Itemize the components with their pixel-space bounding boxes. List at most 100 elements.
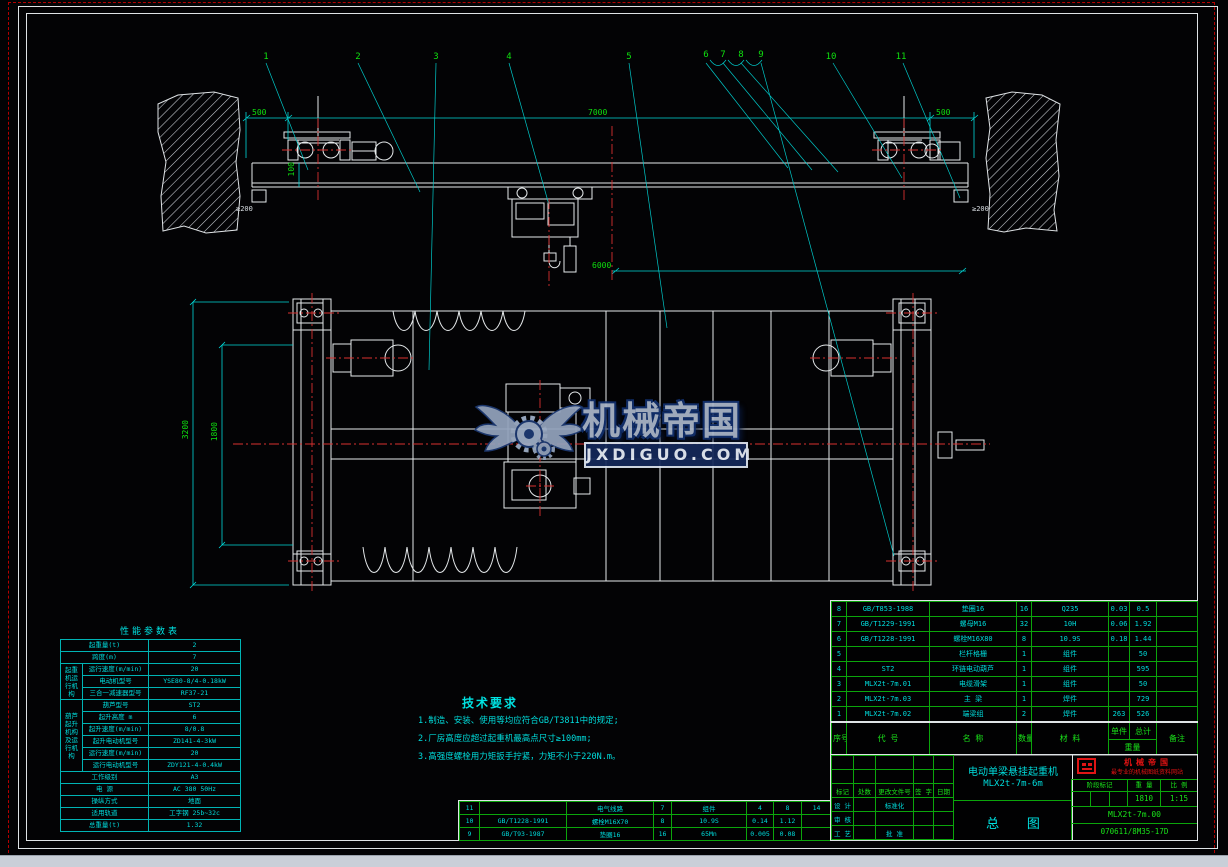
stage-cell [1109, 791, 1127, 806]
scale-value: 1:15 [1160, 791, 1197, 806]
bom-unit-weight: 0.06 [1108, 616, 1130, 632]
bom-total-weight: 0.5 [1129, 601, 1157, 617]
role-standardization: 标准化 [875, 797, 914, 812]
bom-code: GB/T1228-1991 [479, 814, 567, 828]
product-model: MLX2t-7m-6m [983, 779, 1043, 789]
bom-code: MLX2t-7m.01 [846, 676, 930, 692]
bom-unit-weight [1108, 676, 1130, 692]
param-row: 适用轨道 工字钢 25b~32c [60, 807, 241, 820]
title-block-middle: 电动单梁悬挂起重机 MLX2t-7m-6m 总 图 [953, 755, 1073, 840]
sig-row [831, 755, 954, 770]
bom-part-name: 环链电动葫芦 [929, 661, 1017, 677]
bom-row: 9 GB/T93-1987 垫圈16 16 65Mn 0.005 0.08 [459, 827, 832, 841]
dim-1800: 1800 [210, 422, 219, 442]
bom-code: MLX2t-7m.03 [846, 691, 930, 707]
bom-qty: 8 [653, 814, 672, 828]
param-value: RF37-21 [148, 687, 241, 700]
sig-cell [875, 755, 914, 770]
stage-mark-label: 阶段标记 [1071, 779, 1127, 791]
param-label: 总重量(t) [60, 819, 149, 832]
brand-tagline: 最专业的机械图纸资料网站 [1110, 769, 1183, 776]
title-block: 标记 处数 更改文件号 签 字 日期 设 计 标准化 审 核 工 艺 批 准 电动单… [830, 754, 1198, 841]
bom-unit-weight [1108, 661, 1130, 677]
param-label: 电 源 [60, 783, 149, 796]
bom-material: 10.9S [1031, 631, 1109, 647]
bom-material: 焊件 [1031, 706, 1109, 723]
bom-header-name: 名 称 [929, 721, 1017, 755]
param-row: 起升速度(m/min) 8/0.8 [61, 723, 241, 736]
drawing-code: 070611/8M35-17D [1071, 823, 1197, 840]
centerlines [233, 118, 990, 591]
bom-no: 8 [831, 601, 847, 617]
param-label: 运行速度(m/min) [82, 663, 149, 676]
bom-strip-table: 11 电气线路 7 组件 4 8 14 10 GB/T1228-1991 螺栓M16X70 8 10… [459, 801, 832, 841]
param-label: 葫芦型号 [82, 699, 149, 712]
sig-cell [933, 811, 954, 826]
bom-row: 4 ST2 环链电动葫芦 1 组件 595 [831, 661, 1198, 677]
param-group-crane-travel: 起重机运行机构 [60, 663, 83, 700]
sig-cell [853, 755, 876, 770]
bom-row: 1 MLX2t-7m.02 端梁组 2 焊件 263 526 [831, 706, 1198, 723]
product-name: 电动单梁悬挂起重机 [968, 767, 1058, 778]
bom-unit-weight: 263 [1108, 706, 1130, 723]
sig-cell [913, 811, 934, 826]
brand-row: 机械帝国 最专业的机械图纸资料网站 [1071, 755, 1197, 779]
bom-note [801, 814, 832, 828]
structure-lines [251, 96, 985, 586]
bom-note [1156, 646, 1198, 662]
param-row: 电 源 AC 380 50Hz [60, 783, 241, 796]
param-label: 工作级别 [60, 771, 149, 784]
tech-req-line: 3.高强度螺栓用力矩扳手拧紧，力矩不小于220N.m。 [418, 752, 621, 762]
bom-note [1156, 601, 1198, 617]
bom-no: 11 [459, 801, 480, 815]
role-process: 工 艺 [831, 825, 854, 840]
bom-qty: 1 [1016, 691, 1032, 707]
callout-2: 2 [355, 52, 361, 62]
watermark-site-url: JXDIGUO.COM [584, 442, 750, 468]
sig-cell [913, 755, 934, 770]
bom-note: 14 [801, 801, 832, 815]
bom-part-name: 电气线路 [566, 801, 654, 815]
sig-row: 审 核 [831, 811, 954, 826]
bom-table-wrapper: 8 GB/T853-1988 垫圈16 16 Q235 0.03 0.5 7 GB/T1229… [830, 600, 1198, 756]
tech-req-line: 1.制造、安装、使用等均应符合GB/T3811中的规定; [418, 716, 619, 726]
rev-count-label: 处数 [853, 783, 876, 798]
bom-unit-weight: 0.005 [746, 827, 774, 841]
weight-value: 1810 [1127, 791, 1160, 806]
bom-row: 3 MLX2t-7m.01 电缆滑架 1 组件 50 [831, 676, 1198, 692]
param-table: 起重量(t) 2 跨度(m) 7 起重机运行机构 运行速度(m/min) 20 电动机型… [60, 639, 241, 832]
bom-code: GB/T1229-1991 [846, 616, 930, 632]
bom-material: 10H [1031, 616, 1109, 632]
sig-row [831, 769, 954, 784]
bom-row: 10 GB/T1228-1991 螺栓M16X70 8 10.9S 0.14 1.12 [459, 814, 832, 828]
param-row: 起升电动机型号 ZD141-4-3kW [61, 735, 241, 748]
bom-note [1156, 676, 1198, 692]
bom-material: 65Mn [671, 827, 747, 841]
param-row: 运行电动机型号 ZDY121-4-0.4kW [61, 759, 241, 772]
param-value: 1.32 [148, 819, 241, 832]
callout-1: 1 [263, 52, 269, 62]
sig-cell [875, 769, 914, 784]
sig-header-row: 标记 处数 更改文件号 签 字 日期 [831, 783, 954, 798]
bom-header-material: 材 料 [1031, 721, 1109, 755]
sig-cell [875, 811, 914, 826]
bom-total-weight: 729 [1129, 691, 1157, 707]
bom-note [1156, 691, 1198, 707]
bom-no: 6 [831, 631, 847, 647]
rev-sign-label: 签 字 [913, 783, 934, 798]
bom-row: 8 GB/T853-1988 垫圈16 16 Q235 0.03 0.5 [831, 601, 1198, 617]
sig-cell [831, 769, 854, 784]
param-value: 20 [148, 747, 241, 760]
param-value: ZD141-4-3kW [148, 735, 241, 748]
bom-part-name: 栏杆格栅 [929, 646, 1017, 662]
bom-code: GB/T93-1987 [479, 827, 567, 841]
bom-qty: 2 [1016, 706, 1032, 723]
bom-no: 1 [831, 706, 847, 723]
bom-total-weight: 1.12 [773, 814, 802, 828]
role-design: 设 计 [831, 797, 854, 812]
param-value: 2 [148, 639, 241, 652]
bom-header-weight: 重量 [1108, 739, 1157, 755]
param-value: A3 [148, 771, 241, 784]
bom-material: 组件 [671, 801, 747, 815]
clearance-left: ≥200 [236, 205, 253, 213]
